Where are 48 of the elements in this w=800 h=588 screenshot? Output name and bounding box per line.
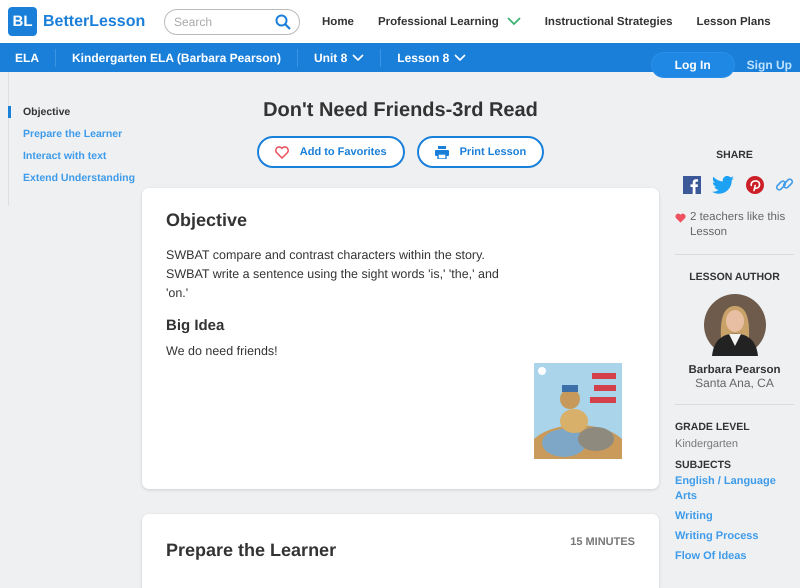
- sidebar-item[interactable]: Objective: [8, 106, 135, 118]
- share-heading: SHARE: [715, 149, 754, 161]
- action-button[interactable]: Print Lesson: [416, 136, 544, 168]
- section-heading: Prepare the Learner: [166, 540, 336, 561]
- breadcrumb-link[interactable]: ELA: [15, 50, 39, 64]
- printer-icon: [434, 146, 449, 158]
- subject-link[interactable]: English / Language Arts: [675, 474, 794, 504]
- heart-icon: [675, 213, 686, 223]
- nav-link[interactable]: Lesson Plans: [696, 16, 771, 28]
- breadcrumb-link[interactable]: Lesson 8: [397, 50, 466, 64]
- objective-text: SWBAT write a sentence using the sight words 'is,' 'the,' and 'on.': [166, 266, 500, 302]
- chevron-icon: [454, 54, 466, 62]
- big-idea-text: We do need friends!: [166, 343, 279, 360]
- likes-text: 2 teachers like this Lesson: [690, 210, 786, 240]
- logo-mark[interactable]: BL: [8, 7, 37, 36]
- subjects-heading: SUBJECTS: [675, 459, 732, 471]
- section-heading: Objective: [166, 210, 248, 231]
- grade-value: Kindergarten: [675, 438, 739, 450]
- nav-link[interactable]: Instructional Strategies: [544, 16, 673, 28]
- subject-link[interactable]: Flow Of Ideas: [675, 549, 794, 564]
- search-icon: [275, 14, 291, 30]
- heart-icon: [274, 146, 289, 158]
- login-button[interactable]: Log In: [652, 53, 734, 77]
- pinterest-icon[interactable]: [746, 176, 764, 194]
- grade-heading: GRADE LEVEL: [675, 421, 751, 433]
- facebook-icon[interactable]: [683, 176, 701, 194]
- author-location: Santa Ana, CA: [694, 376, 775, 390]
- duration-label: 15 MINUTES: [570, 536, 635, 548]
- signup-link[interactable]: Sign Up: [746, 58, 792, 72]
- nav-link[interactable]: Professional Learning: [378, 16, 521, 28]
- nav-link[interactable]: Home: [322, 16, 354, 28]
- author-heading: LESSON AUTHOR: [688, 271, 781, 283]
- brand-name[interactable]: BetterLesson: [43, 12, 146, 30]
- author-name[interactable]: Barbara Pearson: [675, 364, 794, 376]
- sidebar-item[interactable]: Prepare the Learner: [8, 128, 135, 140]
- big-idea-heading: Big Idea: [166, 317, 226, 334]
- subject-link[interactable]: Writing: [675, 509, 794, 524]
- sidebar-item[interactable]: Interact with text: [8, 150, 135, 162]
- search-field[interactable]: Search: [164, 8, 300, 34]
- chevron-icon: [506, 17, 521, 26]
- chevron-icon: [352, 54, 364, 62]
- lesson-title: Don't Need Friends-3rd Read: [263, 99, 538, 122]
- breadcrumb-link[interactable]: Unit 8: [314, 50, 364, 64]
- breadcrumb-link[interactable]: Kindergarten ELA (Barbara Pearson): [72, 50, 281, 64]
- subject-link[interactable]: Writing Process: [675, 529, 794, 544]
- objective-text: SWBAT compare and contrast characters within the story.: [166, 247, 486, 264]
- sidebar-item[interactable]: Extend Understanding: [8, 172, 135, 184]
- action-button[interactable]: Add to Favorites: [256, 136, 405, 168]
